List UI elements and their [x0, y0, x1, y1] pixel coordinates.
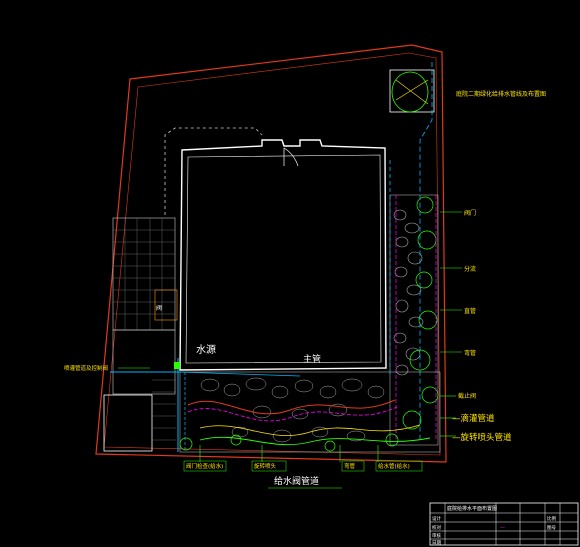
label-right-4: 弯管 [464, 349, 476, 357]
title-row-3: 审核 [432, 532, 441, 539]
title-row-1: 设计 [432, 515, 441, 522]
label-bottom-3: 弯管 [344, 462, 356, 470]
label-valve-small: 阀 [156, 304, 162, 312]
label-right-7: —旋转喷头管道 [452, 432, 512, 443]
label-bottom-4: 给水管(给水) [378, 462, 410, 470]
title-row-2: 校对 [432, 524, 441, 531]
title-drawing-name: 庭院给排水平面布置图 [447, 505, 497, 512]
background [0, 0, 580, 547]
site-plan-canvas: 庭院二期绿化给排水管线及布置图 水源 主管 喷灌管道及控制阀 阀 阀门 分流 直… [0, 0, 580, 547]
label-right-5: 截止阀 [458, 392, 476, 400]
label-main-pipe: 主管 [303, 353, 321, 365]
label-bottom-title: 给水阀管道 [274, 475, 319, 487]
note-top-right: 庭院二期绿化给排水管线及布置图 [456, 90, 546, 98]
label-bottom-1: 阀门检查(给水) [186, 462, 223, 470]
label-bottom-2: 旋转喷头 [254, 462, 277, 470]
title-scale: 比例 [547, 515, 556, 522]
label-left: 喷灌管道及控制阀 [64, 364, 108, 372]
label-right-3: 直管 [464, 307, 476, 315]
title-row-4: 日期 [432, 540, 441, 546]
title-misc: — [500, 525, 505, 531]
label-right-1: 阀门 [464, 209, 476, 217]
label-water-source: 水源 [196, 343, 216, 356]
label-right-2: 分流 [464, 265, 476, 273]
title-sheet: 图号 [547, 525, 556, 531]
label-right-6: —滴灌管道 [452, 413, 495, 424]
